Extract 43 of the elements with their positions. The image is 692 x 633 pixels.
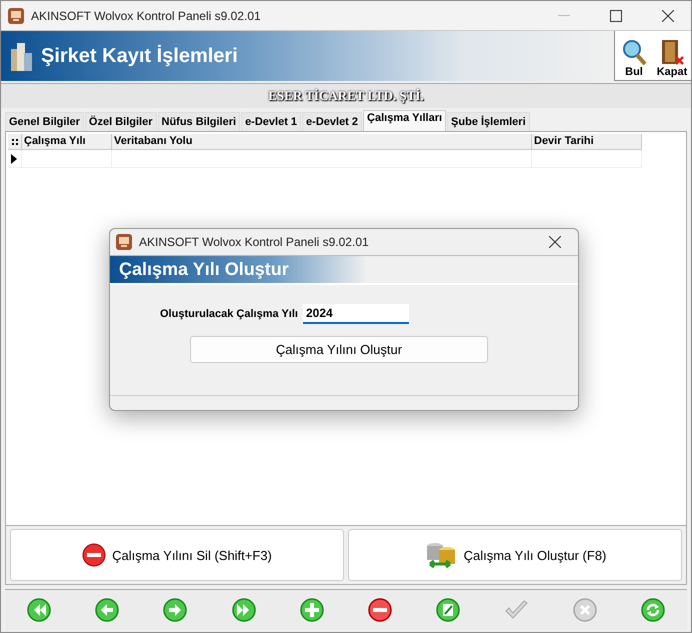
minus-icon	[82, 543, 106, 567]
table-cell[interactable]	[112, 150, 532, 168]
refresh-button[interactable]	[640, 598, 665, 622]
column-header[interactable]: Veritabanı Yolu	[112, 134, 532, 150]
column-header[interactable]: Devir Tarihi	[532, 134, 642, 150]
door-icon	[659, 38, 685, 66]
buildings-icon	[9, 41, 33, 71]
last-button[interactable]	[232, 598, 256, 622]
field-label: Oluşturulacak Çalışma Yılı	[160, 308, 298, 320]
close-icon	[662, 10, 674, 22]
maximize-icon	[610, 10, 622, 22]
tab[interactable]: e-Devlet 1	[241, 112, 302, 131]
tab[interactable]: Genel Bilgiler	[5, 112, 84, 131]
dialog-heading: Çalışma Yılı Oluştur	[119, 259, 289, 280]
company-name: ESER TİCARET LTD. ŞTİ.	[268, 88, 424, 104]
search-icon	[621, 38, 647, 66]
remove-button[interactable]	[368, 598, 392, 622]
table-cell[interactable]	[22, 150, 112, 168]
current-row-icon	[11, 154, 17, 164]
tab[interactable]: e-Devlet 2	[302, 112, 362, 131]
minimize-icon	[558, 14, 570, 16]
add-button[interactable]	[300, 598, 324, 622]
tab[interactable]: Özel Bilgiler	[84, 112, 156, 131]
create-year-button[interactable]: Çalışma Yılı Oluştur (F8)	[348, 529, 682, 581]
column-header[interactable]: Çalışma Yılı	[22, 134, 112, 150]
tab[interactable]: Şube İşlemleri	[447, 112, 530, 131]
close-icon	[549, 236, 561, 248]
tab[interactable]: Çalışma Yılları	[363, 110, 446, 131]
dialog-title: AKINSOFT Wolvox Kontrol Paneli s9.02.01	[139, 235, 370, 249]
first-button[interactable]	[27, 598, 52, 622]
delete-year-button[interactable]: Çalışma Yılını Sil (Shift+F3)	[10, 529, 344, 581]
app-icon	[115, 233, 133, 251]
edit-button[interactable]	[436, 598, 460, 622]
year-input-field[interactable]: 2024	[302, 304, 409, 324]
page-title: Şirket Kayıt İşlemleri	[41, 44, 238, 68]
tab[interactable]: Nüfus Bilgileri	[158, 112, 240, 131]
grip-icon	[12, 138, 18, 146]
app-icon	[7, 6, 25, 24]
prev-button[interactable]	[95, 598, 120, 622]
create-year-button[interactable]: Çalışma Yılını Oluştur	[190, 336, 488, 363]
next-button[interactable]	[163, 598, 188, 622]
window-title: AKINSOFT Wolvox Kontrol Paneli s9.02.01	[31, 8, 262, 22]
table-cell[interactable]	[532, 150, 642, 168]
